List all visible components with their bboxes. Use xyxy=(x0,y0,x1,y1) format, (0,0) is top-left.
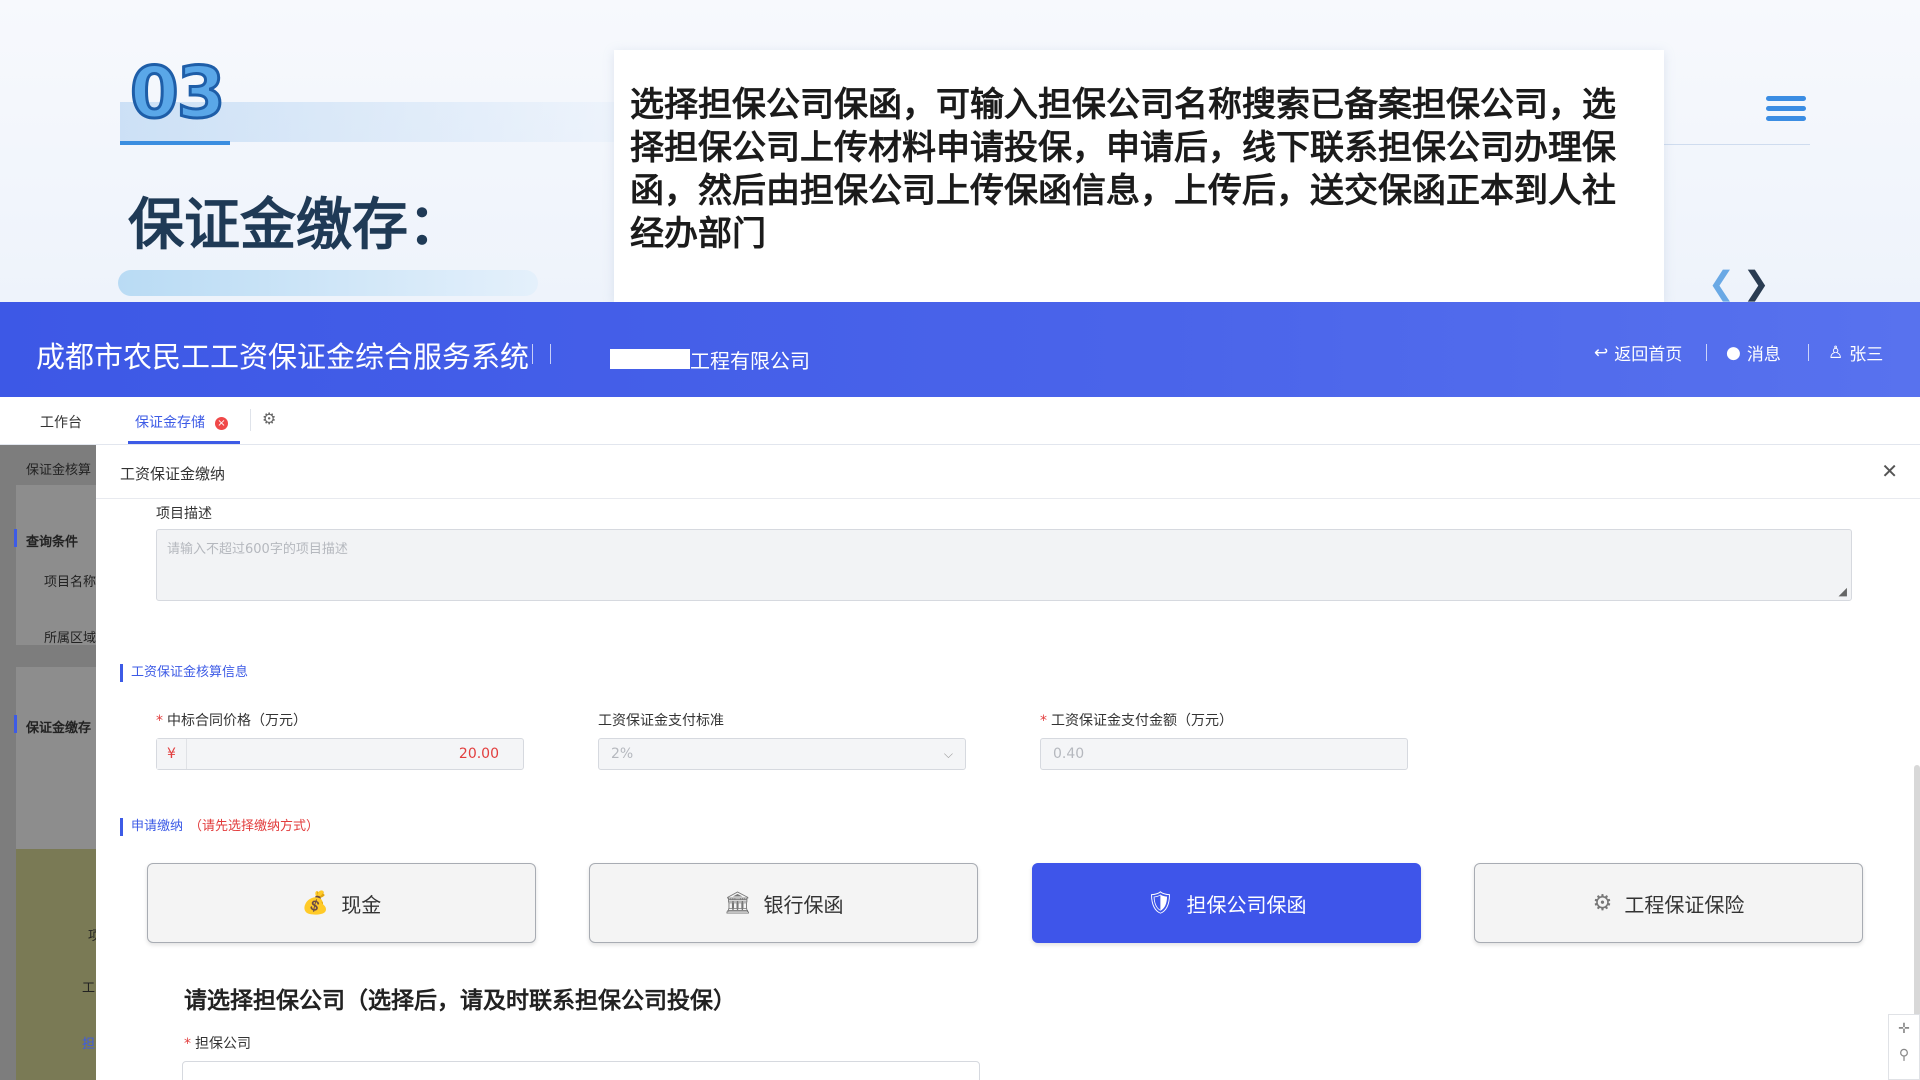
modal-title: 工资保证金缴纳 xyxy=(120,465,226,483)
tab-close-icon[interactable]: × xyxy=(215,416,228,430)
apply-section-label: 申请缴纳 xyxy=(131,819,184,834)
user-name: 张三 xyxy=(1849,345,1884,365)
slide-number: 03 xyxy=(128,51,226,136)
guarantor-guarantee-label: 担保公司保函 xyxy=(1186,892,1307,917)
message-bubble-icon: ● xyxy=(1726,342,1741,363)
cash-label: 现金 xyxy=(341,892,382,917)
description-text: 选择担保公司保函，可输入担保公司名称搜索已备案担保公司，选择担保公司上传材料申请… xyxy=(630,85,1616,254)
bank-icon: 🏛 xyxy=(723,890,752,916)
system-title: 成都市农民工工资保证金综合服务系统 xyxy=(36,340,530,374)
bg-section-bar xyxy=(14,715,17,733)
project-desc-placeholder: 请输入不超过600字的项目描述 xyxy=(167,542,348,557)
decorative-line xyxy=(1650,144,1810,145)
divider xyxy=(532,344,533,364)
apply-section-header: 申请缴纳 （请先选择缴纳方式） xyxy=(120,818,319,836)
money-bag-icon: 💰 xyxy=(301,890,330,916)
divider xyxy=(550,344,551,364)
bg-panel xyxy=(16,485,96,645)
calc-section-header: 工资保证金核算信息 xyxy=(120,664,248,682)
insurance-icon: ⚙ xyxy=(1592,890,1613,916)
chevron-down-icon: ⌵ xyxy=(943,747,953,761)
slide-title: 保证金缴存： xyxy=(128,193,464,258)
close-icon[interactable]: ✕ xyxy=(1881,459,1898,483)
home-link-label: 返回首页 xyxy=(1614,345,1683,365)
payment-modal: 工资保证金缴纳 ✕ 项目描述 请输入不超过600字的项目描述 ◢ 工资保证金核算… xyxy=(96,445,1920,1080)
home-link[interactable]: ↩ 返回首页 xyxy=(1594,340,1683,366)
amount-input[interactable]: 0.40 xyxy=(1040,738,1408,770)
shield-icon: 🛡 xyxy=(1146,890,1175,916)
contract-price-label-text: 中标合同价格（万元） xyxy=(167,713,307,729)
slide-nav: ❮ ❯ xyxy=(1708,264,1770,302)
bank-guarantee-button[interactable]: 🏛 银行保函 xyxy=(589,863,978,943)
insurance-button[interactable]: ⚙ 工程保证保险 xyxy=(1474,863,1863,943)
bg-section-bar xyxy=(14,529,17,547)
user-menu[interactable]: ♙ 张三 xyxy=(1828,340,1884,366)
amount-label-text: 工资保证金支付金额（万元） xyxy=(1051,713,1233,729)
contract-price-label: * 中标合同价格（万元） xyxy=(156,713,307,729)
standard-select[interactable]: 2% ⌵ xyxy=(598,738,966,770)
return-icon: ↩ xyxy=(1594,342,1609,363)
modal-header: 工资保证金缴纳 ✕ xyxy=(96,445,1920,499)
cash-button[interactable]: 💰 现金 xyxy=(147,863,536,943)
divider xyxy=(250,409,251,431)
guarantor-guarantee-button[interactable]: 🛡 担保公司保函 xyxy=(1032,863,1421,943)
tab-workbench[interactable]: 工作台 xyxy=(40,412,82,432)
description-card: 选择担保公司保函，可输入担保公司名称搜索已备案担保公司，选择担保公司上传材料申请… xyxy=(614,50,1664,302)
choose-guarantor-title: 请选择担保公司（选择后，请及时联系担保公司投保） xyxy=(184,988,736,1014)
apply-section-hint: （请先选择缴纳方式） xyxy=(189,819,320,834)
bg-item: 所属区域 xyxy=(44,631,97,646)
background-page: 保证金核算 查询条件 项目名称 所属区域 保证金缴存 项 工 担 xyxy=(0,445,101,1080)
bg-item: 担 xyxy=(82,1037,96,1052)
slide-header: 03 保证金缴存： 选择担保公司保函，可输入担保公司名称搜索已备案担保公司，选择… xyxy=(0,0,1920,302)
amount-value: 0.40 xyxy=(1053,746,1085,762)
divider xyxy=(1808,344,1809,361)
bg-item: 保证金缴存 xyxy=(26,721,92,736)
project-desc-label: 项目描述 xyxy=(156,506,212,522)
app-header: 成都市农民工工资保证金综合服务系统 工程有限公司 ↩ 返回首页 ● 消息 ♙ 张… xyxy=(0,302,1920,397)
gear-icon[interactable]: ⚙ xyxy=(262,409,276,428)
guarantor-input[interactable] xyxy=(182,1061,980,1080)
standard-label: 工资保证金支付标准 xyxy=(598,713,724,729)
messages-link[interactable]: ● 消息 xyxy=(1726,340,1781,366)
plus-icon[interactable]: ✛ xyxy=(1889,1021,1919,1037)
bank-guarantee-label: 银行保函 xyxy=(763,892,844,917)
microphone-icon[interactable]: ⚲ xyxy=(1889,1047,1919,1063)
active-tab-indicator xyxy=(128,441,240,444)
bg-item: 查询条件 xyxy=(26,535,79,550)
title-decoration xyxy=(118,270,538,296)
menu-icon[interactable] xyxy=(1766,96,1806,124)
company-name: 工程有限公司 xyxy=(690,349,810,373)
guarantor-label-text: 担保公司 xyxy=(195,1036,251,1052)
project-desc-textarea[interactable]: 请输入不超过600字的项目描述 ◢ xyxy=(156,529,1852,601)
divider xyxy=(1706,344,1707,361)
scrollbar[interactable] xyxy=(1914,765,1920,1025)
user-icon: ♙ xyxy=(1828,342,1844,363)
currency-prefix: ¥ xyxy=(157,739,187,769)
standard-value: 2% xyxy=(611,746,634,762)
messages-link-label: 消息 xyxy=(1746,345,1781,365)
company-name-redacted xyxy=(610,349,690,369)
amount-label: * 工资保证金支付金额（万元） xyxy=(1040,713,1233,729)
side-toolbar: ✛ ⚲ xyxy=(1888,1014,1920,1080)
guarantor-label: * 担保公司 xyxy=(184,1036,251,1052)
tab-strip: 工作台 保证金存储 × ⚙ xyxy=(0,397,1920,445)
insurance-label: 工程保证保险 xyxy=(1624,892,1745,917)
bg-item: 工 xyxy=(82,981,96,996)
tab-deposit[interactable]: 保证金存储 × xyxy=(135,412,228,432)
next-arrow-icon[interactable]: ❯ xyxy=(1743,264,1770,302)
contract-price-input[interactable]: ¥ 20.00 xyxy=(156,738,524,770)
resize-handle-icon[interactable]: ◢ xyxy=(1839,585,1847,598)
prev-arrow-icon[interactable]: ❮ xyxy=(1708,264,1735,302)
tab-deposit-label: 保证金存储 xyxy=(135,415,205,431)
slide-number-underline xyxy=(120,141,230,145)
contract-price-value: 20.00 xyxy=(458,746,499,762)
bg-item: 保证金核算 xyxy=(26,463,92,478)
bg-item: 项目名称 xyxy=(44,575,97,590)
